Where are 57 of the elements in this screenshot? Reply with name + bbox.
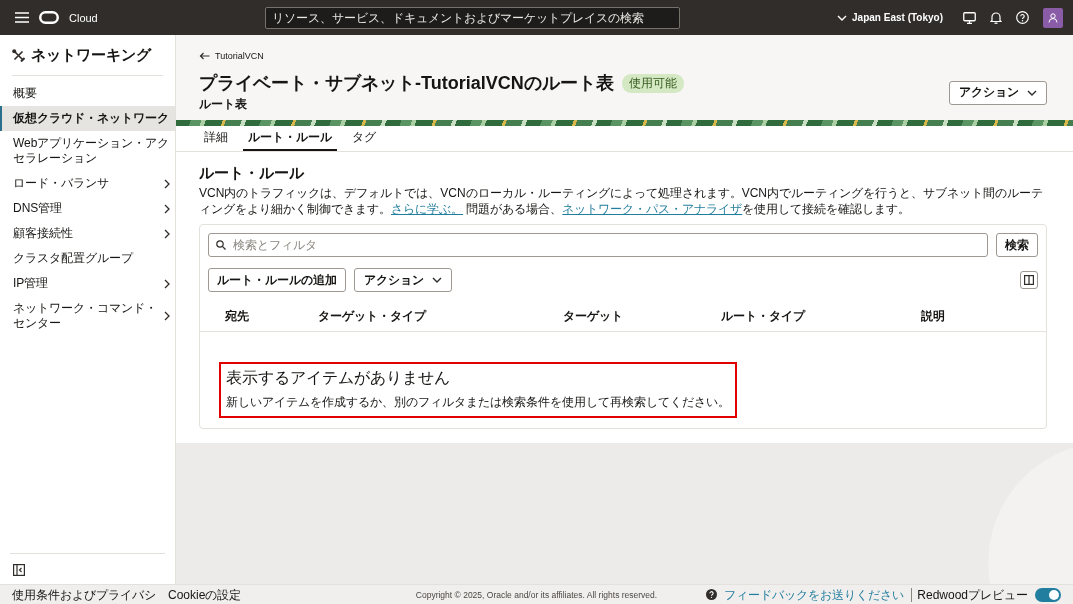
column-header: ルート・タイプ [721,308,807,325]
oval-logo-icon[interactable] [39,11,59,24]
section-description: VCN内のトラフィックは、デフォルトでは、VCNのローカル・ルーティングによって処理されます。VCN内でルーティングを行うと、サブネット間のルーティングをより細かく制御できます。さらに学ぶ。 問題がある場合、ネットワーク・パス・アナライザを使用して接続を確認します。 [199,185,1044,217]
chevron-down-icon [837,14,848,21]
feedback-link[interactable]: フィードバックをお送りください [724,587,905,602]
help-icon[interactable] [706,589,718,600]
sidebar-item[interactable]: DNS管理 [0,196,175,221]
chevron-down-icon [432,277,442,283]
footer-link[interactable]: 使用条件およびプライバシ [12,587,156,602]
search-filter-field[interactable]: 検索とフィルタ [208,233,988,257]
monitor-icon[interactable] [963,11,976,24]
collapse-sidebar-icon[interactable] [13,564,25,576]
empty-state-message: 新しいアイテムを作成するか、別のフィルタまたは検索条件を使用して再検索してください。 [226,394,730,411]
tab[interactable]: タグ [347,126,381,151]
sidebar-item[interactable]: ロード・バランサ [0,171,175,196]
back-link[interactable]: TutorialVCN [199,51,264,61]
tab[interactable]: 詳細 [199,126,233,151]
columns-icon [1024,275,1034,285]
column-header: ターゲット・タイプ [318,308,428,325]
text-link[interactable]: さらに学ぶ。 [391,202,463,216]
actions-menu-button[interactable]: アクション [354,268,452,292]
bell-icon[interactable] [990,11,1002,24]
sidebar-item[interactable]: Webアプリケーション・アクセラレーション [0,131,175,171]
sidebar-title: ネットワーキング [31,46,151,65]
status-badge: 使用可能 [621,74,684,93]
product-name: Cloud [69,11,98,24]
sidebar-item[interactable]: ネットワーク・コマンド・センター [0,296,175,336]
preview-toggle[interactable] [1035,587,1061,602]
menu-icon[interactable] [15,12,29,23]
page-title: プライベート・サブネット-TutorialVCNのルート表 [199,72,614,95]
page-subtitle: ルート表 [199,96,248,113]
search-icon [216,240,226,250]
sidebar-item[interactable]: 顧客接続性 [0,221,175,246]
chevron-down-icon [1027,89,1037,96]
copyright-text: Copyright © 2025, Oracle and/or its affiliates. All rights reserved. [415,589,658,600]
text-link[interactable]: ネットワーク・パス・アナライザ [562,202,743,216]
global-search-field[interactable]: リソース、サービス、ドキュメントおよびマーケットプレイスの検索 [265,6,680,29]
help-icon[interactable] [1016,11,1029,24]
column-settings-button[interactable] [1020,271,1038,289]
column-header: ターゲット [563,308,624,325]
empty-state-title: 表示するアイテムがありません [226,368,451,388]
actions-button[interactable]: アクション [949,80,1047,105]
avatar-icon[interactable] [1043,7,1063,28]
add-rule-button[interactable]: ルート・ルールの追加 [208,268,346,292]
search-button[interactable]: 検索 [996,233,1038,257]
sidebar-item[interactable]: クラスタ配置グループ [0,246,175,271]
sidebar-item[interactable]: 仮想クラウド・ネットワーク [0,106,175,131]
region-selector[interactable]: Japan East (Tokyo) [837,12,943,23]
arrow-left-icon [199,52,210,60]
column-header: 説明 [921,308,946,325]
sidebar-item[interactable]: IP管理 [0,271,175,296]
footer-link[interactable]: Cookieの設定 [168,587,242,602]
sidebar-item[interactable]: 概要 [0,81,175,106]
section-title: ルート・ルール [199,163,305,182]
tools-icon [12,49,25,62]
column-header: 宛先 [225,308,250,325]
preview-label: Redwoodプレビュー [911,587,1028,602]
